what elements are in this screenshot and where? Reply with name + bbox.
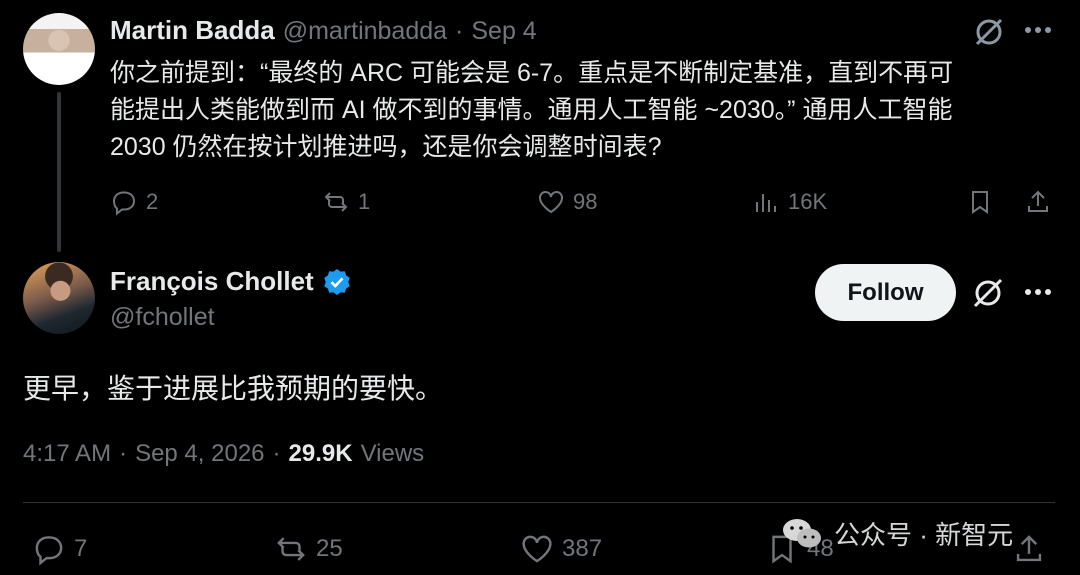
views-count: 29.9K: [288, 440, 353, 467]
heart-icon: [522, 535, 552, 563]
more-options-icon[interactable]: [1022, 18, 1054, 42]
tweet-date[interactable]: Sep 4, 2026: [135, 440, 264, 468]
comment-icon: [35, 536, 63, 566]
view-count: 16K: [788, 189, 828, 214]
main-author-row: François Chollet: [110, 266, 352, 297]
reply-text-line-2: 能提出人类能做到而 AI 做不到的事情。通用人工智能 ~2030。” 通用人工智…: [110, 96, 953, 124]
reply-author-handle[interactable]: @martinbadda: [283, 17, 447, 46]
retweet-count: 1: [358, 189, 371, 214]
reply-text-line-3: 2030 仍然在按计划推进吗，还是你会调整时间表?: [110, 133, 662, 161]
bookmark-button[interactable]: [966, 188, 994, 216]
martin-badda-avatar[interactable]: [23, 13, 95, 85]
reply-date[interactable]: Sep 4: [471, 17, 536, 46]
comment-icon: [112, 191, 136, 216]
wechat-icon: [780, 516, 824, 552]
main-share-button[interactable]: [1012, 532, 1046, 566]
main-reply-count: 7: [74, 535, 88, 562]
main-tweet-meta: 4:17 AM · Sep 4, 2026 · 29.9K Views: [23, 440, 424, 468]
more-options-icon-main[interactable]: [1022, 280, 1054, 304]
reply-tweet-header: Martin Badda @martinbadda · Sep 4: [110, 15, 537, 46]
tweet-time[interactable]: 4:17 AM: [23, 440, 111, 468]
reply-author-name[interactable]: Martin Badda: [110, 15, 275, 46]
analytics-icon: [756, 194, 776, 212]
like-count: 98: [573, 189, 598, 214]
watermark-text: 公众号 · 新智元: [834, 520, 1014, 550]
main-like-count: 387: [562, 535, 603, 562]
thread-connector-line: [57, 92, 61, 252]
share-icon: [1028, 190, 1048, 212]
share-icon: [1016, 535, 1042, 562]
main-retweet-button[interactable]: 25: [274, 532, 343, 566]
divider: [23, 502, 1055, 503]
reply-tweet-text: 你之前提到：“最终的 ARC 可能会是 6-7。重点是不断制定基准，直到不再可 …: [110, 55, 1060, 166]
bookmark-icon: [972, 191, 988, 214]
views-button[interactable]: 16K: [752, 188, 827, 216]
watermark: 公众号 · 新智元: [780, 515, 1013, 552]
header-separator: ·: [455, 17, 464, 45]
follow-button[interactable]: Follow: [815, 264, 956, 321]
main-like-button[interactable]: 387: [520, 532, 602, 566]
views-label: Views: [360, 440, 425, 467]
meta-separator-2: ·: [272, 440, 281, 467]
main-tweet-text: 更早，鉴于进展比我预期的要快。: [23, 373, 444, 404]
reply-button[interactable]: 2: [110, 188, 158, 216]
grok-icon[interactable]: [972, 15, 1006, 49]
main-reply-button[interactable]: 7: [32, 532, 87, 566]
share-button[interactable]: [1024, 188, 1052, 216]
reply-count: 2: [146, 189, 159, 214]
meta-separator: ·: [119, 440, 128, 467]
retweet-icon: [277, 537, 305, 561]
heart-icon: [539, 191, 563, 214]
grok-icon-main[interactable]: [970, 275, 1006, 311]
retweet-icon: [324, 192, 348, 212]
main-author-handle[interactable]: @fchollet: [110, 303, 215, 332]
retweet-button[interactable]: 1: [322, 188, 370, 216]
main-retweet-count: 25: [316, 535, 343, 562]
verified-badge-icon: [322, 267, 352, 297]
main-author-name[interactable]: François Chollet: [110, 266, 314, 297]
reply-text-line-1: 你之前提到：“最终的 ARC 可能会是 6-7。重点是不断制定基准，直到不再可: [110, 59, 954, 87]
like-button[interactable]: 98: [537, 188, 597, 216]
francois-chollet-avatar[interactable]: [23, 262, 95, 334]
